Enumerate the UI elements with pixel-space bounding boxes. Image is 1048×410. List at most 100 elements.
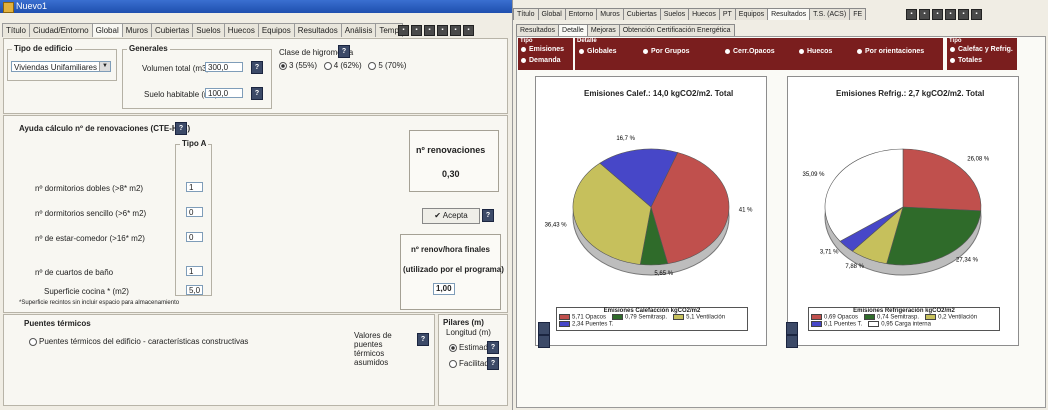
toolbar-button-1[interactable]: ▪ [398, 25, 409, 36]
suelo-help-icon[interactable]: ? [251, 87, 263, 100]
tab-ciudad-entorno[interactable]: Ciudad/Entorno [29, 23, 93, 37]
tab-global[interactable]: Global [91, 23, 123, 37]
radio-icon [725, 48, 730, 54]
toolbar-button-5[interactable]: ▪ [450, 25, 461, 36]
radio-icon [29, 337, 37, 346]
volumen-label: Volumen total (m3) [142, 64, 210, 73]
volumen-field[interactable]: 300,0 [205, 62, 243, 72]
chart1-slice-label-0: 41 % [739, 208, 753, 214]
volumen-help-icon[interactable]: ? [251, 61, 263, 74]
rtab-huecos[interactable]: Huecos [688, 8, 720, 20]
cocina-field[interactable]: 5,0 [186, 285, 203, 295]
subtab-resultados[interactable]: Resultados [516, 24, 560, 36]
detalle-option-globales[interactable]: Globales [579, 48, 617, 55]
toolbar-button-3[interactable]: ▪ [424, 25, 435, 36]
rtab-ts-acs[interactable]: T.S. (ACS) [809, 8, 851, 20]
tab-resultados[interactable]: Resultados [293, 23, 342, 37]
rtoolbar-button-2[interactable]: ▪ [919, 9, 930, 20]
rtoolbar-button-5[interactable]: ▪ [958, 9, 969, 20]
aceptar-button[interactable]: ✔ Acepta [422, 208, 480, 224]
tipo2-option-calefac[interactable]: Calefac y Refrig. [950, 46, 1013, 53]
higrometria-option-3[interactable]: 3 (55%) [279, 61, 317, 70]
dormitorios-dobles-field[interactable]: 1 [186, 182, 203, 192]
dormitorios-dobles-label: nº dormitorios dobles (>8* m2) [35, 184, 144, 193]
subtab-mejoras[interactable]: Mejoras [586, 24, 620, 36]
detalle-option-grupos[interactable]: Por Grupos [643, 48, 690, 55]
rtab-fe[interactable]: FE [849, 8, 867, 20]
chart2-slice-label-2: 7,88 % [845, 264, 864, 270]
suelo-field[interactable]: 100,0 [205, 88, 243, 98]
rtoolbar-button-3[interactable]: ▪ [932, 9, 943, 20]
tipo-option-emisiones[interactable]: Emisiones [521, 46, 564, 53]
tab-titulo[interactable]: Título [2, 23, 31, 37]
tab-cubiertas[interactable]: Cubiertas [150, 23, 194, 37]
tipo-option-demanda[interactable]: Demanda [521, 57, 561, 64]
chart1-nav-up-icon[interactable] [538, 322, 550, 335]
facilitado-help-icon[interactable]: ? [487, 357, 499, 370]
toolbar-button-6[interactable]: ▪ [463, 25, 474, 36]
puentes-title: Puentes térmicos [24, 319, 91, 328]
tipo-edificio-select[interactable]: Viviendas Unifamiliares ▼ [11, 61, 111, 72]
aceptar-help-icon[interactable]: ? [482, 209, 494, 222]
chart-calefaccion-panel: Emisiones Calef.: 14,0 kgCO2/m2. Total 4… [535, 76, 767, 346]
chart1-legend-item-1: 0,79 Semitrasp. [612, 314, 667, 321]
left-window: Nuevo1 Título Ciudad/Entorno Global Muro… [0, 0, 513, 410]
rtoolbar-button-1[interactable]: ▪ [906, 9, 917, 20]
rtab-suelos[interactable]: Suelos [659, 8, 690, 20]
dormitorios-sencillo-label: nº dormitorios sencillo (>6* m2) [35, 209, 147, 218]
ayuda-help-icon[interactable]: ? [175, 122, 187, 135]
estimado-help-icon[interactable]: ? [487, 341, 499, 354]
right-toolbar-buttons: ▪ ▪ ▪ ▪ ▪ ▪ [906, 9, 982, 20]
higrometria-options: 3 (55%) 4 (62%) 5 (70%) [279, 61, 406, 70]
higrometria-option-5[interactable]: 5 (70%) [368, 61, 406, 70]
rtab-cubiertas[interactable]: Cubiertas [622, 8, 661, 20]
chart2-nav-up-icon[interactable] [786, 322, 798, 335]
rtab-entorno[interactable]: Entorno [564, 8, 598, 20]
chart2-nav-down-icon[interactable] [786, 335, 798, 348]
window-title: Nuevo1 [16, 1, 48, 11]
chart1-legend: Emisiones Calefacción kgCO2/m2 5,71 Opac… [556, 307, 748, 331]
rtoolbar-button-6[interactable]: ▪ [971, 9, 982, 20]
rtab-resultados[interactable]: Resultados [767, 8, 811, 20]
banos-field[interactable]: 1 [186, 266, 203, 276]
chart1-nav-down-icon[interactable] [538, 335, 550, 348]
subtab-detalle[interactable]: Detalle [558, 24, 588, 36]
subtab-certificacion[interactable]: Obtención Certificación Energética [618, 24, 735, 36]
pilares-option-estimado[interactable]: Estimado [449, 343, 492, 352]
higrometria-help-icon[interactable]: ? [338, 45, 350, 58]
longitud-label: Longitud (m) [446, 328, 491, 337]
tab-suelos[interactable]: Suelos [192, 23, 225, 37]
radio-selected-icon [449, 343, 457, 352]
rtab-pt[interactable]: PT [718, 8, 736, 20]
rtab-titulo[interactable]: Título [513, 8, 539, 20]
tipo-a-label: Tipo A [180, 139, 209, 148]
toolbar-button-2[interactable]: ▪ [411, 25, 422, 36]
detalle-option-orientaciones[interactable]: Por orientaciones [857, 48, 924, 55]
tab-analisis[interactable]: Análisis [340, 23, 377, 37]
puentes-help-icon[interactable]: ? [417, 333, 429, 346]
pilares-panel: Pilares (m) Longitud (m) Estimado ? Faci… [438, 314, 508, 406]
rtab-global[interactable]: Global [537, 8, 566, 20]
rtab-equipos[interactable]: Equipos [734, 8, 769, 20]
renov-finales-field[interactable]: 1,00 [433, 283, 455, 295]
estar-comedor-field[interactable]: 0 [186, 232, 203, 242]
tab-huecos[interactable]: Huecos [223, 23, 259, 37]
tab-muros[interactable]: Muros [121, 23, 152, 37]
renov-finales-line2: (utilizado por el programa) [403, 265, 504, 274]
rtoolbar-button-4[interactable]: ▪ [945, 9, 956, 20]
chevron-down-icon[interactable]: ▼ [99, 62, 110, 71]
chart2-legend-label-3: 0,1 Puentes T. [824, 321, 863, 328]
detalle-option-huecos[interactable]: Huecos [799, 48, 832, 55]
dormitorios-sencillo-field[interactable]: 0 [186, 207, 203, 217]
cocina-label: Superficie cocina * (m2) [44, 287, 129, 296]
chart1-legend-swatch-2 [673, 314, 685, 320]
toolbar-button-4[interactable]: ▪ [437, 25, 448, 36]
puentes-option[interactable]: Puentes térmicos del edificio - caracter… [29, 337, 248, 346]
right-top-tabs: Título Global Entorno Muros Cubiertas Su… [513, 8, 867, 20]
tipo2-option-totales[interactable]: Totales [950, 57, 982, 64]
tab-equipos[interactable]: Equipos [257, 23, 295, 37]
tipo-edificio-value: Viviendas Unifamiliares [14, 63, 97, 72]
rtab-muros[interactable]: Muros [596, 8, 624, 20]
detalle-option-opacos[interactable]: Cerr.Opacos [725, 48, 775, 55]
higrometria-option-4[interactable]: 4 (62%) [323, 61, 362, 70]
